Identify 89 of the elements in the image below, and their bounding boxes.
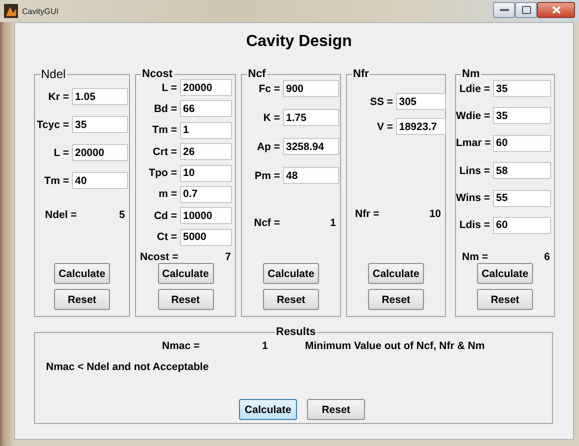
maximize-button[interactable] — [515, 2, 537, 18]
panel-title: Nfr — [352, 68, 370, 80]
result-label: Nm = — [462, 250, 488, 263]
input-field[interactable]: 55 — [493, 190, 551, 207]
push-button[interactable]: Reset — [54, 289, 110, 310]
window-title: CavityGUI — [22, 6, 58, 16]
result-value: 10 — [429, 208, 441, 221]
input-field[interactable]: 26 — [180, 143, 232, 160]
field-label: Bd = — [152, 102, 178, 115]
panel-title: Nm — [461, 68, 481, 80]
field-label: m = — [158, 188, 178, 200]
input-field[interactable]: 1.05 — [72, 88, 128, 105]
result-label: Ndel = — [45, 209, 77, 222]
close-button[interactable] — [537, 2, 575, 18]
field-label: Ldie = — [458, 82, 491, 94]
input-field[interactable]: 1 — [180, 122, 232, 139]
maximize-icon — [522, 6, 530, 14]
push-button[interactable]: Reset — [307, 399, 365, 420]
app-icon — [4, 4, 18, 18]
input-field[interactable]: 35 — [72, 116, 128, 133]
field-label: Tm = — [43, 174, 70, 186]
field-label: Fc = — [258, 82, 281, 94]
result-value: 6 — [544, 250, 550, 263]
input-field[interactable]: 18923.7 — [396, 118, 446, 135]
result-label: Nfr = — [355, 208, 380, 221]
push-button[interactable]: Calculate — [263, 263, 319, 284]
result-value: 7 — [225, 250, 231, 263]
field-label: K = — [262, 112, 281, 124]
push-button[interactable]: Reset — [368, 289, 424, 310]
panel-title: Ndel — [40, 68, 67, 80]
input-field[interactable]: 40 — [72, 172, 128, 189]
field-label: Tm = — [151, 124, 178, 136]
input-field[interactable]: 1.75 — [283, 109, 339, 126]
input-field[interactable]: 3258.94 — [283, 138, 339, 155]
field-label: Kr = — [47, 90, 70, 102]
input-field[interactable]: 20000 — [72, 144, 128, 161]
field-label: Lins = — [458, 164, 491, 177]
push-button[interactable]: Reset — [263, 289, 319, 310]
result-value: 5 — [119, 209, 125, 222]
close-icon — [552, 6, 560, 14]
input-field[interactable]: 10 — [180, 164, 232, 182]
field-label: Ap = — [256, 140, 281, 152]
field-label: Lmar = — [456, 137, 492, 150]
result-value: 1 — [262, 340, 269, 352]
push-button[interactable]: Calculate — [158, 263, 214, 284]
field-label: Ct = — [156, 231, 178, 244]
result-note: Minimum Value out of Ncf, Nfr & Nm — [305, 340, 485, 352]
input-field[interactable]: 20000 — [180, 79, 232, 96]
input-field[interactable]: 48 — [283, 167, 339, 184]
field-label: V = — [376, 120, 394, 132]
panel-title: Ncf — [247, 68, 267, 80]
field-label: Tcyc = — [36, 118, 70, 130]
result-value: 1 — [330, 217, 336, 230]
minimize-button[interactable] — [493, 2, 515, 18]
minimize-icon — [500, 8, 508, 12]
input-field[interactable]: 35 — [493, 107, 551, 124]
field-label: Ldis = — [458, 219, 491, 232]
push-button[interactable]: Calculate — [477, 263, 533, 284]
input-field[interactable]: 35 — [493, 80, 551, 97]
field-label: Cd = — [152, 210, 178, 222]
input-field[interactable]: 60 — [493, 216, 551, 234]
field-label: Crt = — [152, 146, 178, 158]
push-button[interactable]: Calculate — [239, 399, 297, 420]
input-field[interactable]: 5000 — [180, 228, 232, 246]
result-label: Nmac = — [162, 340, 201, 352]
field-label: L = — [160, 82, 178, 94]
input-field[interactable]: 305 — [396, 93, 446, 110]
field-label: Wdie = — [456, 110, 492, 122]
push-button[interactable]: Calculate — [54, 263, 110, 284]
input-field[interactable]: 66 — [180, 100, 232, 118]
heading: Cavity Design — [245, 33, 353, 52]
panel-title: Ncost — [141, 68, 174, 80]
field-label: Tpo = — [148, 167, 178, 180]
result-message: Nmac < Ndel and not Acceptable — [46, 361, 210, 373]
push-button[interactable]: Reset — [158, 289, 214, 310]
input-field[interactable]: 0.7 — [180, 186, 232, 203]
result-label: Ncf = — [254, 217, 280, 230]
push-button[interactable]: Calculate — [368, 263, 424, 284]
input-field[interactable]: 60 — [493, 134, 551, 152]
push-button[interactable]: Reset — [477, 289, 533, 310]
result-label: Ncost = — [140, 250, 178, 263]
input-field[interactable]: 900 — [283, 80, 339, 97]
field-label: Wins = — [456, 192, 492, 204]
panel-title: Results — [275, 326, 317, 338]
input-field[interactable]: 10000 — [180, 207, 232, 224]
field-label: SS = — [368, 96, 394, 108]
field-label: Pm = — [254, 170, 281, 182]
field-label: L = — [52, 146, 70, 158]
input-field[interactable]: 58 — [493, 162, 551, 180]
